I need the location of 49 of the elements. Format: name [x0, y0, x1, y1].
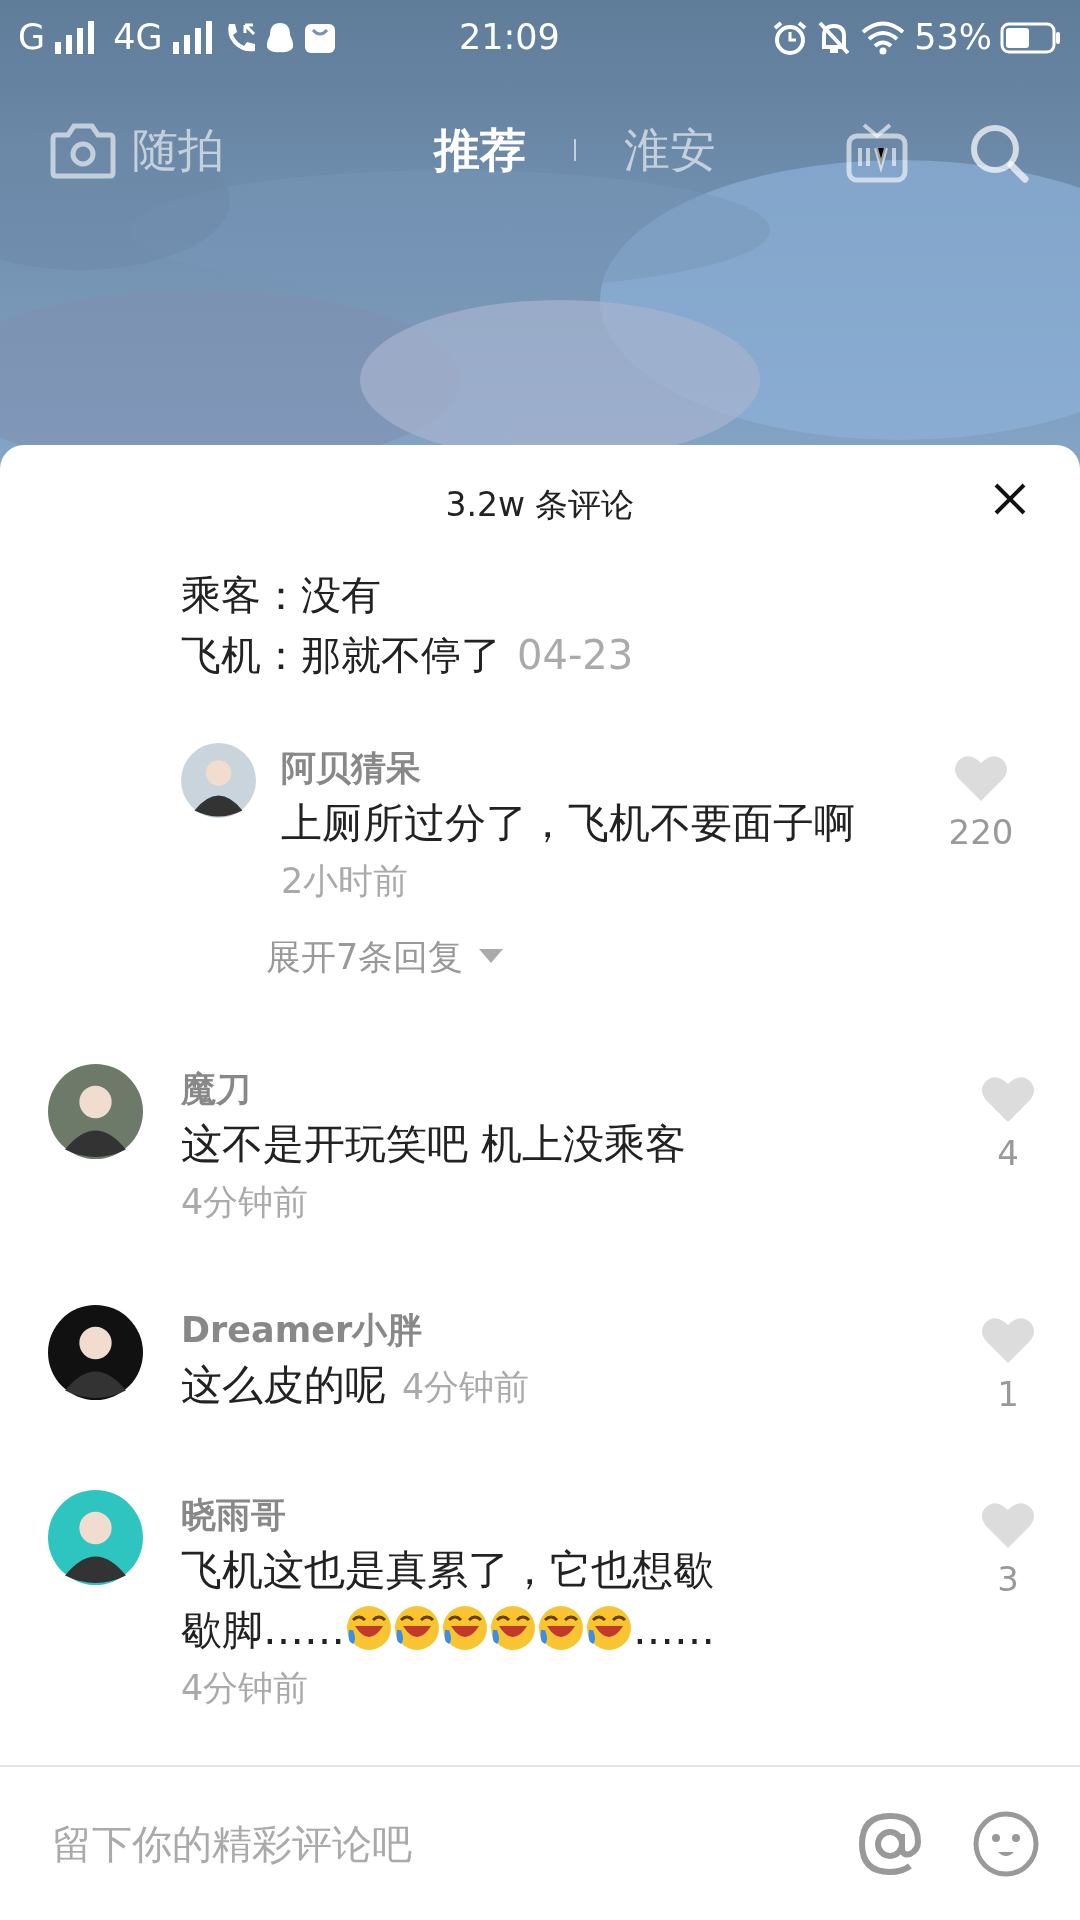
close-button[interactable]: [992, 481, 1028, 517]
user-name: 晓雨哥: [181, 1493, 287, 1537]
wifi-icon: [860, 20, 907, 55]
comment-text: 上厕所过分了，飞机不要面子啊: [281, 798, 856, 849]
laughing-emoji-icon: [537, 1603, 585, 1652]
comment-input[interactable]: 留下你的精彩评论吧: [50, 1812, 808, 1875]
user-name: 阿贝猜呆: [281, 747, 422, 790]
expand-replies-link[interactable]: 展开7条回复: [266, 931, 504, 984]
laughing-emoji-icon: [393, 1603, 441, 1652]
signal-icon: [170, 19, 215, 56]
close-icon: [992, 481, 1028, 517]
like-count: 220: [948, 811, 1014, 854]
laughing-emoji-icon: [489, 1603, 537, 1652]
comment-text: 乘客：没有: [181, 571, 381, 620]
network-label: 4G: [113, 16, 163, 60]
live-tv-icon: [846, 121, 908, 184]
comments-title: 3.2w 条评论: [445, 484, 635, 527]
camera-button[interactable]: 随拍: [50, 115, 224, 185]
nav-tab[interactable]: 推荐: [434, 115, 526, 185]
nav-tab[interactable]: 淮安: [624, 115, 716, 185]
comment-text: 飞机这也是真累了，它也想歇: [181, 1545, 714, 1594]
comment-text: ……: [633, 1605, 715, 1654]
network-label: G: [18, 16, 46, 60]
comment-time: 04-23: [517, 631, 634, 680]
like-count: 1: [997, 1372, 1019, 1416]
comment-time: 4分钟前: [402, 1366, 530, 1407]
comment-time: 4分钟前: [181, 1666, 310, 1710]
comment-text: 飞机：那就不停了: [181, 631, 501, 680]
smiley-icon: [972, 1809, 1040, 1878]
penguin-icon: [264, 20, 295, 55]
comment-text: 歇脚……: [181, 1605, 345, 1654]
laughing-emoji-icon: [585, 1603, 633, 1652]
comment-text: 这么皮的呢: [181, 1360, 386, 1409]
laughing-emoji-icon: [345, 1603, 393, 1652]
status-time: 21:09: [458, 17, 560, 58]
like-count: 3: [997, 1557, 1019, 1601]
emoji-button[interactable]: [972, 1809, 1040, 1878]
laughing-emoji-icon: [441, 1603, 489, 1652]
comment-time: 4分钟前: [181, 1180, 310, 1224]
battery-percent: 53%: [914, 16, 992, 60]
heart-icon[interactable]: [953, 753, 1009, 803]
user-name: 魔刀: [181, 1067, 252, 1111]
camera-icon: [50, 121, 116, 179]
alarm-clock-icon: [772, 19, 809, 56]
user-name: Dreamer小胖: [181, 1308, 424, 1352]
comment-time: 2小时前: [281, 860, 410, 903]
like-count: 4: [997, 1131, 1019, 1175]
battery-icon: [1000, 21, 1062, 54]
comment-text: 这不是开玩笑吧 机上没乘客: [181, 1119, 687, 1168]
